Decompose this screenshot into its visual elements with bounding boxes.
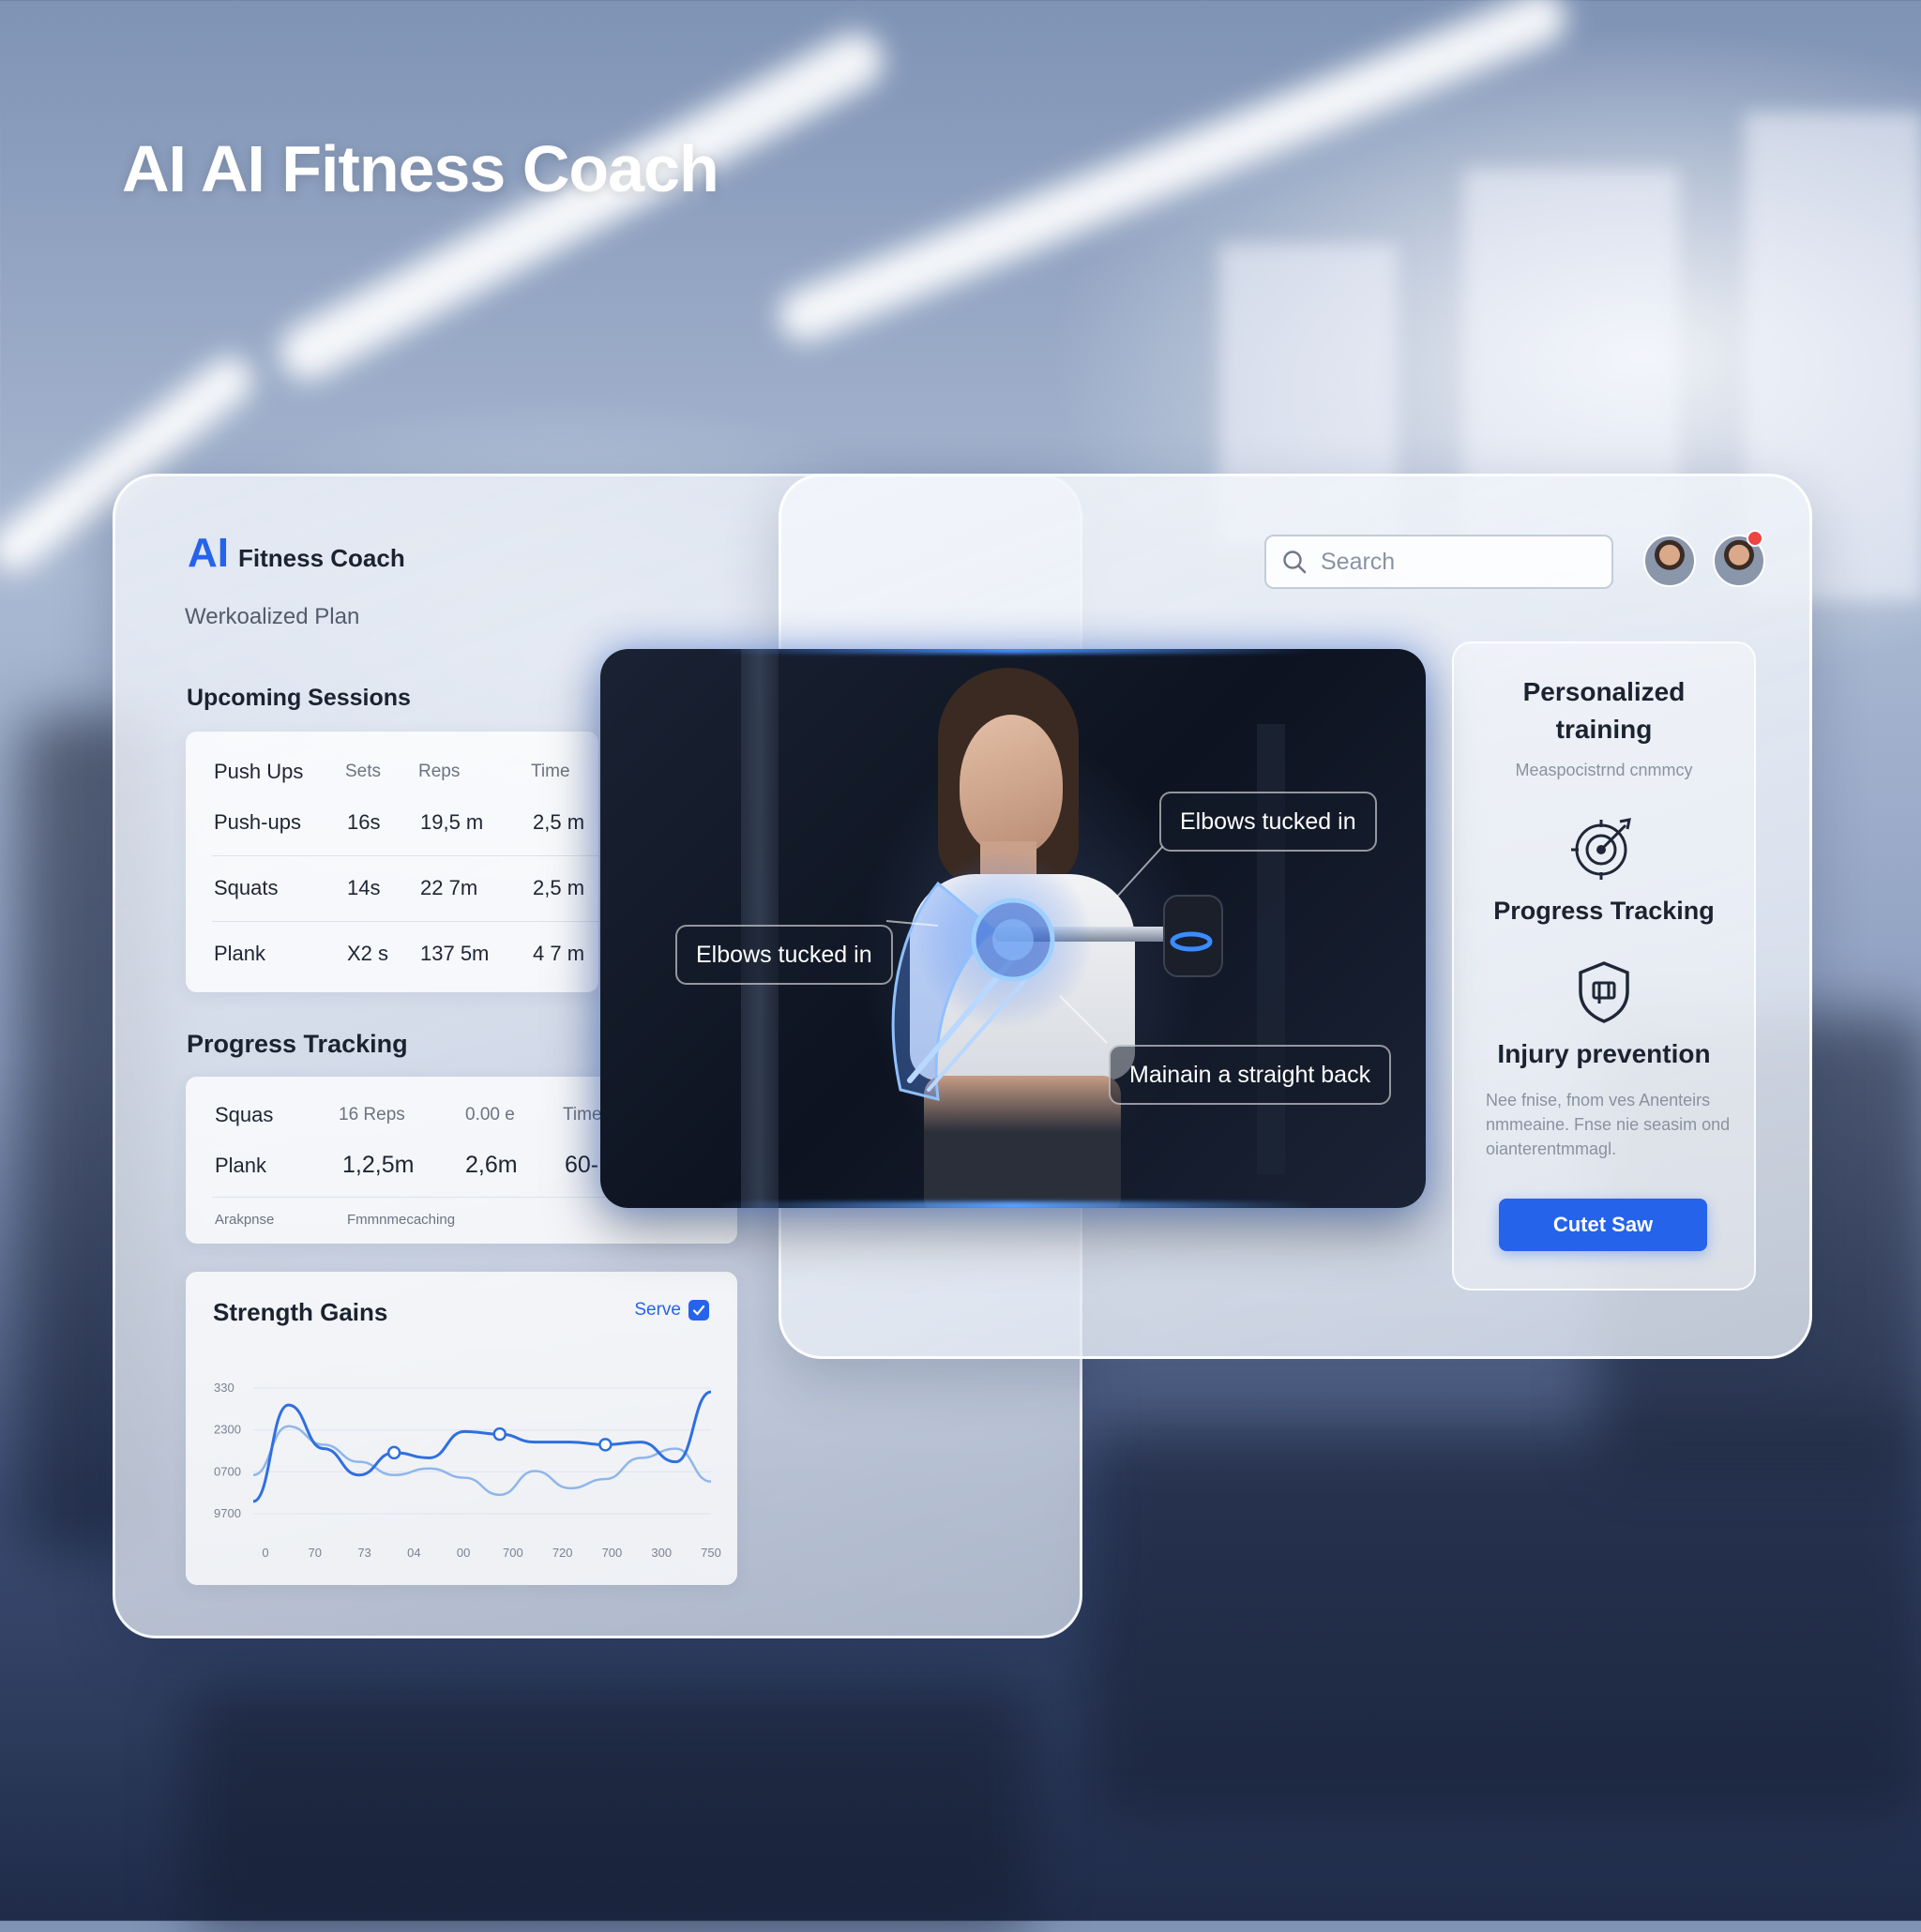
table-footer: Fmmnmecaching <box>347 1212 456 1228</box>
table-cell: 2,5 m <box>533 810 585 834</box>
brand-name: Fitness Coach <box>238 544 405 572</box>
search-icon <box>1283 551 1307 574</box>
sidebar-description: Nee fnise, fnom ves Anenteirs nmmeaine. … <box>1486 1091 1731 1158</box>
table-cell: Plank <box>215 1154 267 1177</box>
strength-gains-card: Strength Gains Serve 330 2300 0700 9700 0 70 7… <box>186 1272 737 1585</box>
form-callout: Elbows tucked in <box>1159 792 1377 852</box>
shield-icon <box>1579 961 1629 1023</box>
feature-injury-prevention: Injury prevention <box>1497 1039 1711 1068</box>
table-cell: X2 s <box>347 942 389 965</box>
row-divider <box>212 921 598 922</box>
y-tick-label: 330 <box>214 1381 234 1395</box>
plan-subtitle: Werkoalized Plan <box>185 604 360 629</box>
x-tick-label: 0 <box>262 1546 268 1560</box>
form-callout: Elbows tucked in <box>675 925 893 985</box>
x-tick-label: 73 <box>357 1546 371 1560</box>
table-header: Squas <box>215 1103 274 1126</box>
search-placeholder: Search <box>1321 548 1396 575</box>
glow-edge <box>713 649 1313 654</box>
ceiling-light <box>771 0 1574 350</box>
row-divider <box>212 855 598 856</box>
gym-equipment <box>1088 1426 1921 1819</box>
y-tick-label: 0700 <box>214 1464 241 1478</box>
table-cell: Squats <box>214 876 279 899</box>
sidebar-subtitle: Measpocistrnd cnmmcy <box>1515 761 1693 779</box>
table-header: Push Ups <box>214 760 304 783</box>
data-point <box>492 1426 507 1441</box>
table-cell: Plank <box>214 942 266 965</box>
feature-sidebar: Personalized training Measpocistrnd cnmm… <box>1452 641 1756 1291</box>
table-header: Time <box>563 1105 602 1124</box>
table-cell: 14s <box>347 876 381 899</box>
x-tick-label: 04 <box>407 1546 420 1560</box>
workout-camera-view: Elbows tucked in Elbows tucked in Mainai… <box>600 649 1426 1208</box>
y-tick-label: 2300 <box>214 1423 241 1437</box>
strength-chart: 330 2300 0700 9700 0 70 73 04 00 700 720 700 300 750 <box>214 1381 721 1560</box>
table-header: Sets <box>345 762 382 781</box>
target-icon <box>1571 818 1631 880</box>
data-point <box>598 1438 613 1452</box>
glow-edge <box>713 1201 1313 1208</box>
notification-badge <box>1747 530 1763 547</box>
hero-title: AI AI Fitness Coach <box>122 132 719 205</box>
table-cell: 4 7 m <box>533 942 585 965</box>
x-tick-label: 00 <box>457 1546 470 1560</box>
table-header: Time <box>531 762 570 781</box>
table-footer: Arakpnse <box>215 1212 275 1228</box>
table-cell: Push-ups <box>214 810 301 834</box>
cta-button[interactable]: Cutet Saw <box>1499 1199 1707 1251</box>
series-line <box>252 1425 712 1497</box>
x-tick-label: 720 <box>552 1546 573 1560</box>
gym-equipment <box>188 1688 1032 1932</box>
table-cell: 1,2,5m <box>342 1152 415 1178</box>
table-header: 0.00 e <box>465 1105 515 1124</box>
upcoming-sessions-table: Push Ups Sets Reps Time Push-ups 16s 19,… <box>186 732 598 992</box>
x-tick-label: 70 <box>309 1546 322 1560</box>
brand-ai-mark: AI <box>188 530 229 576</box>
feature-progress-tracking: Progress Tracking <box>1493 897 1715 925</box>
brand-logo[interactable]: AI Fitness Coach <box>188 530 405 577</box>
table-cell: 60- <box>565 1152 599 1178</box>
user-avatar[interactable] <box>1643 535 1696 587</box>
table-cell: 2,5 m <box>533 876 585 899</box>
sidebar-title: Personalized training <box>1522 677 1686 744</box>
table-header: 16 Reps <box>339 1105 405 1124</box>
progress-tracking-title: Progress Tracking <box>187 1030 408 1058</box>
upcoming-sessions-title: Upcoming Sessions <box>187 685 411 711</box>
x-tick-label: 700 <box>503 1546 523 1560</box>
table-cell: 19,5 m <box>420 810 484 834</box>
table-cell: 137 5m <box>420 942 490 965</box>
search-input[interactable]: Search <box>1264 535 1613 589</box>
y-tick-label: 9700 <box>214 1506 241 1520</box>
data-point <box>386 1445 401 1460</box>
form-callout: Mainain a straight back <box>1109 1045 1392 1105</box>
table-cell: 2,6m <box>465 1152 518 1178</box>
table-cell: 22 7m <box>420 876 478 899</box>
x-tick-label: 300 <box>651 1546 672 1560</box>
x-tick-label: 700 <box>602 1546 623 1560</box>
table-header: Reps <box>418 762 461 781</box>
x-tick-label: 750 <box>701 1546 721 1560</box>
table-cell: 16s <box>347 810 381 834</box>
